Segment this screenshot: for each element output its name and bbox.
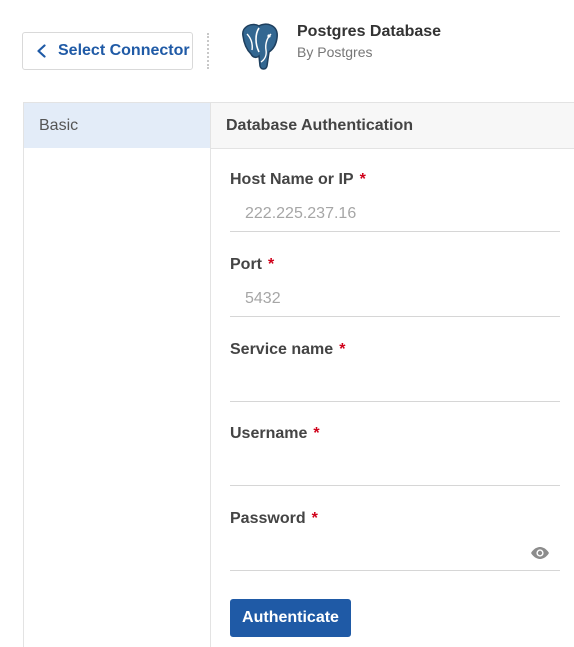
required-mark: * [339,341,346,358]
authenticate-button[interactable]: Authenticate [230,599,351,637]
postgres-logo-icon [242,23,278,70]
username-field: Username * [230,424,560,486]
username-input[interactable] [230,450,560,486]
port-input[interactable] [230,281,560,317]
select-connector-button[interactable]: Select Connector [22,32,193,70]
password-input[interactable] [230,535,560,571]
settings-nav: Basic [23,102,211,647]
chevron-left-icon [37,44,46,58]
select-connector-label: Select Connector [58,42,190,59]
host-label: Host Name or IP * [230,171,366,188]
port-label: Port * [230,256,275,273]
service-name-field: Service name * [230,340,560,402]
section-title-text: Database Authentication [226,116,413,134]
product-title: Postgres Database [297,23,442,40]
host-input[interactable] [230,196,560,232]
product-subtitle: By Postgres [297,44,373,60]
required-mark: * [311,510,318,527]
header-divider [207,33,209,69]
required-mark: * [359,171,366,188]
port-field: Port * [230,255,560,317]
nav-item-label: Basic [39,116,79,134]
required-mark: * [268,256,275,273]
section-title: Database Authentication [211,103,574,149]
password-field: Password * [230,509,560,571]
auth-panel: Database Authentication Host Name or IP *… [211,102,574,647]
host-field: Host Name or IP * [230,170,560,232]
nav-item-basic[interactable]: Basic [24,103,210,148]
eye-icon[interactable] [530,545,550,561]
required-mark: * [313,425,320,442]
service-name-label: Service name * [230,341,346,358]
connector-header: Select Connector Postgres Database By Po… [0,0,574,100]
password-label: Password * [230,510,318,527]
username-label: Username * [230,425,320,442]
service-name-input[interactable] [230,366,560,402]
